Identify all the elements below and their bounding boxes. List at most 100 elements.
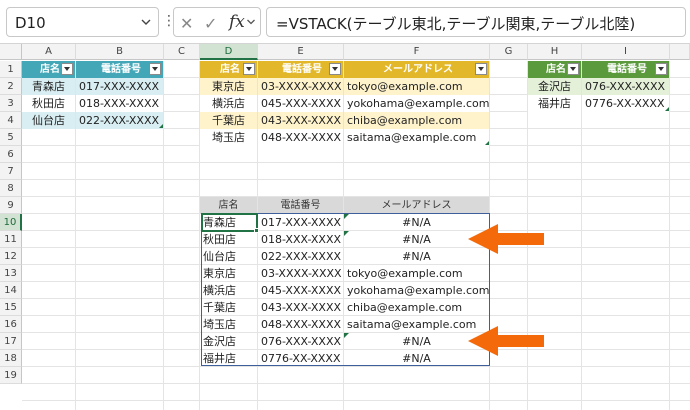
- row-header-10[interactable]: 10: [0, 214, 22, 231]
- row-header-9[interactable]: 9: [0, 197, 22, 214]
- table-kanto-header[interactable]: 店名: [200, 61, 257, 78]
- table-resize-handle[interactable]: [485, 141, 489, 145]
- spill-cell[interactable]: 076-XXX-XXXX: [258, 333, 343, 350]
- spill-cell[interactable]: 秋田店: [200, 231, 257, 248]
- table-tohoku-cell[interactable]: 秋田店: [22, 95, 75, 112]
- filter-dropdown-icon[interactable]: [567, 63, 579, 75]
- table-kanto-cell[interactable]: 03-XXXX-XXXX: [258, 78, 343, 95]
- table-kanto-cell[interactable]: yokohama@example.com: [344, 95, 489, 112]
- row-header-17[interactable]: 17: [0, 333, 22, 350]
- spill-cell[interactable]: 横浜店: [200, 282, 257, 299]
- table-kanto-cell[interactable]: 千葉店: [200, 112, 257, 129]
- error-indicator-icon[interactable]: [344, 214, 349, 219]
- filter-dropdown-icon[interactable]: [475, 63, 487, 75]
- spill-header-cell[interactable]: 電話番号: [258, 197, 343, 214]
- spill-cell[interactable]: tokyo@example.com: [344, 265, 489, 282]
- table-tohoku-cell[interactable]: 018-XXX-XXXX: [76, 95, 163, 112]
- table-kanto-cell[interactable]: 横浜店: [200, 95, 257, 112]
- column-header-c[interactable]: C: [164, 44, 200, 60]
- filter-dropdown-icon[interactable]: [655, 63, 667, 75]
- row-header-5[interactable]: 5: [0, 129, 22, 146]
- row-header-13[interactable]: 13: [0, 265, 22, 282]
- spill-cell[interactable]: 048-XXX-XXXX: [258, 316, 343, 333]
- table-kanto-cell[interactable]: saitama@example.com: [344, 129, 489, 146]
- spill-header-cell[interactable]: 店名: [200, 197, 257, 214]
- cancel-icon[interactable]: ✕: [180, 14, 193, 33]
- active-cell-d10[interactable]: [201, 213, 258, 232]
- column-header-g[interactable]: G: [490, 44, 528, 60]
- column-header-b[interactable]: B: [76, 44, 164, 60]
- row-header-19[interactable]: 19: [0, 367, 22, 384]
- table-hokuriku-cell[interactable]: 076-XXX-XXXX: [582, 78, 669, 95]
- error-indicator-icon[interactable]: [344, 231, 349, 236]
- spill-cell[interactable]: 017-XXX-XXXX: [258, 214, 343, 231]
- row-header-6[interactable]: 6: [0, 146, 22, 163]
- spill-cell[interactable]: chiba@example.com: [344, 299, 489, 316]
- table-kanto-cell[interactable]: 045-XXX-XXXX: [258, 95, 343, 112]
- table-kanto-header[interactable]: 電話番号: [258, 61, 343, 78]
- chevron-down-icon[interactable]: [246, 17, 256, 27]
- table-tohoku-header[interactable]: 電話番号: [76, 61, 163, 78]
- row-header-2[interactable]: 2: [0, 78, 22, 95]
- table-kanto-cell[interactable]: tokyo@example.com: [344, 78, 489, 95]
- table-tohoku-header[interactable]: 店名: [22, 61, 75, 78]
- column-header-f[interactable]: F: [344, 44, 490, 60]
- table-kanto-header[interactable]: メールアドレス: [344, 61, 489, 78]
- error-indicator-icon[interactable]: [344, 333, 349, 338]
- table-hokuriku-cell[interactable]: 金沢店: [528, 78, 581, 95]
- row-header-18[interactable]: 18: [0, 350, 22, 367]
- formula-input[interactable]: =VSTACK(テーブル東北,テーブル関東,テーブル北陸): [266, 7, 686, 37]
- spill-cell[interactable]: 018-XXX-XXXX: [258, 231, 343, 248]
- spill-cell[interactable]: 埼玉店: [200, 316, 257, 333]
- spill-cell[interactable]: 金沢店: [200, 333, 257, 350]
- spill-cell[interactable]: 仙台店: [200, 248, 257, 265]
- table-tohoku-cell[interactable]: 022-XXX-XXXX: [76, 112, 163, 129]
- filter-dropdown-icon[interactable]: [329, 63, 341, 75]
- table-kanto-cell[interactable]: 埼玉店: [200, 129, 257, 146]
- row-header-1[interactable]: 1: [0, 61, 22, 78]
- table-resize-handle[interactable]: [159, 124, 163, 128]
- row-header-3[interactable]: 3: [0, 95, 22, 112]
- filter-dropdown-icon[interactable]: [243, 63, 255, 75]
- filter-dropdown-icon[interactable]: [149, 63, 161, 75]
- spill-cell[interactable]: yokohama@example.com: [344, 282, 489, 299]
- spill-cell[interactable]: 045-XXX-XXXX: [258, 282, 343, 299]
- table-hokuriku-header[interactable]: 店名: [528, 61, 581, 78]
- row-header-11[interactable]: 11: [0, 231, 22, 248]
- chevron-down-icon[interactable]: [140, 16, 152, 28]
- column-header-h[interactable]: H: [528, 44, 582, 60]
- table-hokuriku-header[interactable]: 電話番号: [582, 61, 669, 78]
- spill-cell[interactable]: 03-XXXX-XXXX: [258, 265, 343, 282]
- table-resize-handle[interactable]: [665, 107, 669, 111]
- spill-cell[interactable]: 022-XXX-XXXX: [258, 248, 343, 265]
- column-header-a[interactable]: A: [22, 44, 76, 60]
- table-kanto-cell[interactable]: 048-XXX-XXXX: [258, 129, 343, 146]
- spill-cell[interactable]: 0776-XX-XXXX: [258, 350, 343, 367]
- row-header-4[interactable]: 4: [0, 112, 22, 129]
- row-header-15[interactable]: 15: [0, 299, 22, 316]
- table-tohoku-cell[interactable]: 仙台店: [22, 112, 75, 129]
- select-all-corner[interactable]: [0, 44, 22, 60]
- enter-icon[interactable]: ✓: [204, 14, 217, 33]
- row-header-12[interactable]: 12: [0, 248, 22, 265]
- column-header-d[interactable]: D: [200, 44, 258, 60]
- table-kanto-cell[interactable]: chiba@example.com: [344, 112, 489, 129]
- row-header-8[interactable]: 8: [0, 180, 22, 197]
- spill-cell[interactable]: 東京店: [200, 265, 257, 282]
- more-options-icon[interactable]: ⋮: [162, 12, 176, 30]
- insert-function-icon[interactable]: fx: [229, 12, 245, 32]
- table-kanto-cell[interactable]: 東京店: [200, 78, 257, 95]
- row-header-7[interactable]: 7: [0, 163, 22, 180]
- row-header-16[interactable]: 16: [0, 316, 22, 333]
- spill-cell[interactable]: 千葉店: [200, 299, 257, 316]
- table-tohoku-cell[interactable]: 017-XXX-XXXX: [76, 78, 163, 95]
- filter-dropdown-icon[interactable]: [61, 63, 73, 75]
- table-tohoku-cell[interactable]: 青森店: [22, 78, 75, 95]
- table-kanto-cell[interactable]: 043-XXX-XXXX: [258, 112, 343, 129]
- spill-cell[interactable]: 043-XXX-XXXX: [258, 299, 343, 316]
- table-hokuriku-cell[interactable]: 福井店: [528, 95, 581, 112]
- fill-handle[interactable]: [254, 228, 259, 233]
- name-box[interactable]: D10: [6, 7, 159, 37]
- spill-cell[interactable]: 福井店: [200, 350, 257, 367]
- table-hokuriku-cell[interactable]: 0776-XX-XXXX: [582, 95, 669, 112]
